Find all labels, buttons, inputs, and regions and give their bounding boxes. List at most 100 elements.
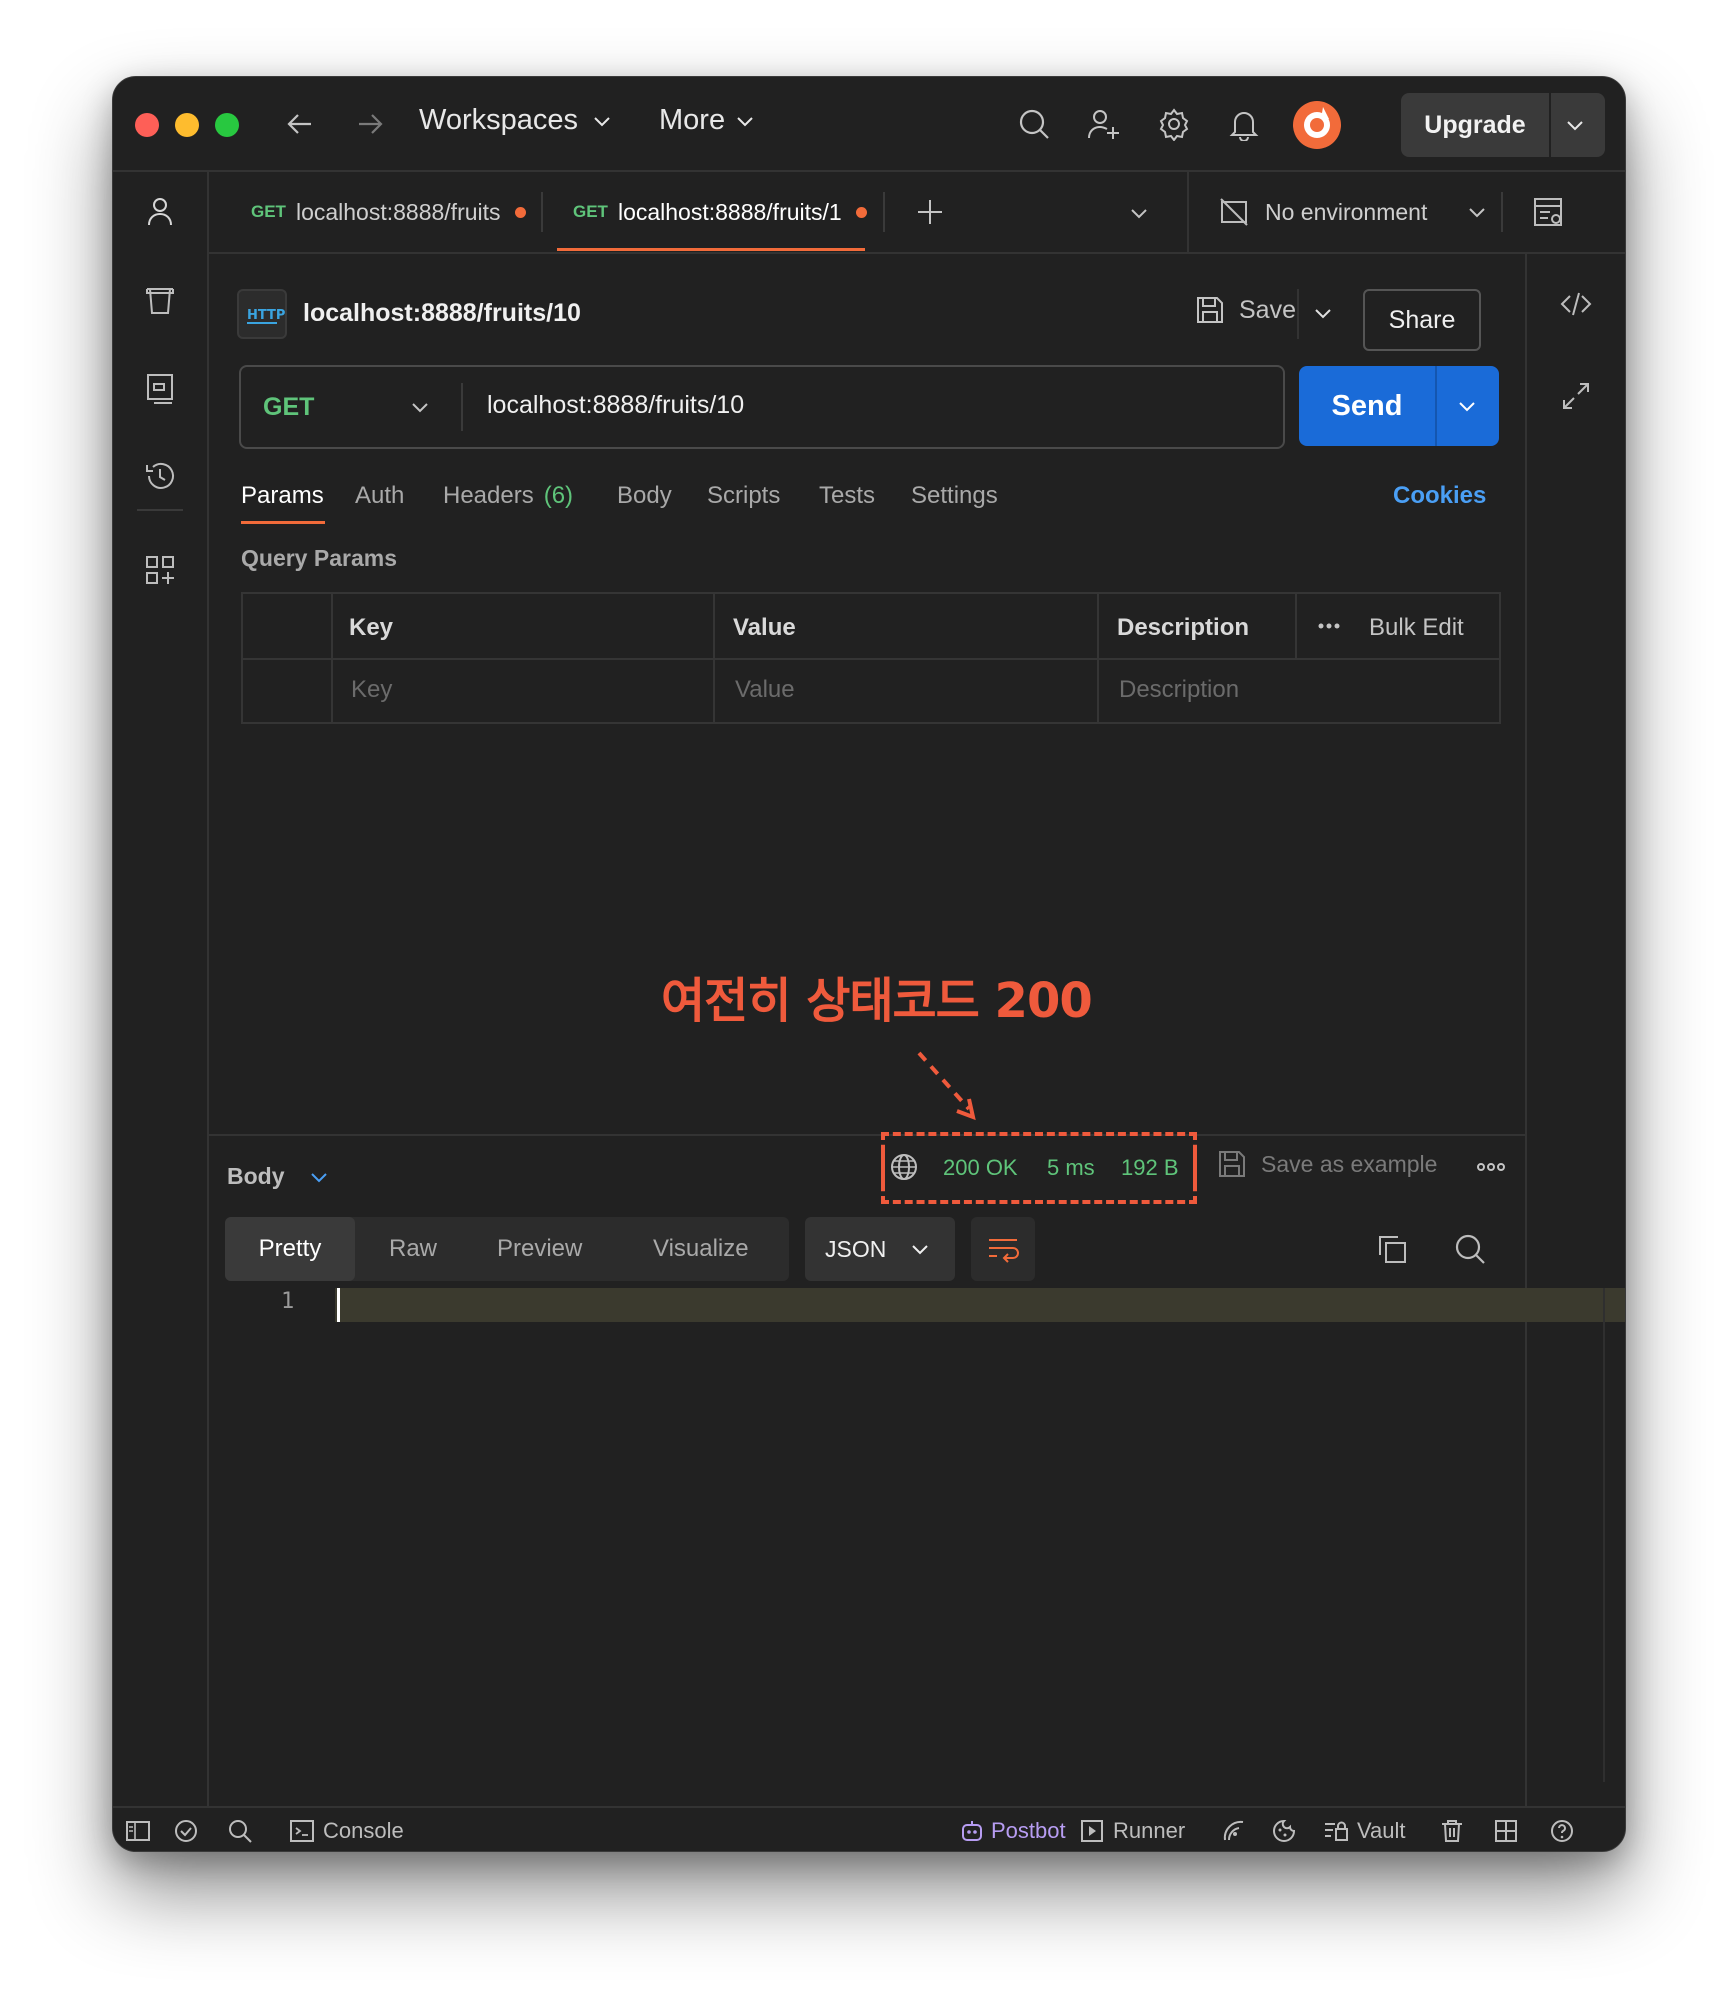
save-as-example-button[interactable]: Save as example <box>1217 1149 1437 1179</box>
cookies-link[interactable]: Cookies <box>1393 482 1486 510</box>
postbot-button[interactable]: Postbot <box>959 1818 1066 1844</box>
text-cursor <box>337 1288 340 1322</box>
find-icon[interactable] <box>227 1818 253 1844</box>
bulk-edit-button[interactable]: Bulk Edit <box>1369 614 1464 642</box>
user-avatar[interactable] <box>1293 101 1341 149</box>
console-icon <box>290 1820 314 1842</box>
workspaces-menu[interactable]: Workspaces <box>419 104 612 137</box>
online-check-icon[interactable] <box>173 1818 199 1844</box>
tab-bar-border <box>209 252 1625 254</box>
workspaces-label: Workspaces <box>419 104 579 136</box>
save-button[interactable]: Save <box>1195 295 1296 325</box>
url-input[interactable]: localhost:8888/fruits/10 <box>487 391 744 420</box>
collections-trash-icon[interactable] <box>143 283 177 317</box>
cookies-icon[interactable] <box>1271 1818 1297 1844</box>
view-tab-visualize[interactable]: Visualize <box>653 1217 749 1281</box>
environments-icon[interactable] <box>143 371 177 405</box>
expand-arrows-icon[interactable] <box>1559 379 1593 413</box>
left-sidebar <box>113 172 209 1806</box>
tab-auth[interactable]: Auth <box>355 482 404 510</box>
tab-params[interactable]: Params <box>241 482 324 510</box>
response-more-options-icon[interactable] <box>1475 1157 1507 1177</box>
layout-grid-icon[interactable] <box>1493 1818 1519 1844</box>
save-floppy-icon <box>1197 297 1223 323</box>
value-input[interactable]: Value <box>735 676 795 704</box>
send-button[interactable]: Send <box>1299 366 1499 446</box>
method-selector[interactable]: GET <box>241 367 461 447</box>
tab-method: GET <box>573 202 608 221</box>
tab-headers[interactable]: Headers (6) <box>443 482 573 510</box>
format-selector[interactable]: JSON <box>805 1217 955 1281</box>
description-input[interactable]: Description <box>1119 676 1239 704</box>
body-label: Body <box>227 1163 285 1189</box>
forward-arrow-icon[interactable] <box>355 109 385 139</box>
notifications-bell-icon[interactable] <box>1227 107 1261 141</box>
help-icon[interactable] <box>1549 1818 1575 1844</box>
send-options-chevron-icon[interactable] <box>1457 396 1477 416</box>
key-input[interactable]: Key <box>351 676 392 704</box>
editor-scrollbar[interactable] <box>1603 1288 1605 1782</box>
more-options-icon[interactable] <box>1315 616 1345 636</box>
unsaved-dot <box>514 206 526 218</box>
unsaved-dot <box>855 206 867 218</box>
close-window-button[interactable] <box>135 113 159 137</box>
more-menu[interactable]: More <box>659 104 755 137</box>
postman-window: Workspaces More Upgrade GET localhost:88… <box>112 76 1626 1852</box>
toggle-sidebar-icon[interactable] <box>125 1818 151 1844</box>
status-code[interactable]: 200 OK <box>943 1155 1018 1181</box>
tab-fruits[interactable]: GET localhost:8888/fruits <box>251 172 526 252</box>
runner-button[interactable]: Runner <box>1079 1818 1185 1844</box>
request-name[interactable]: localhost:8888/fruits/10 <box>303 299 581 328</box>
tab-fruits-1[interactable]: GET localhost:8888/fruits/1 <box>573 172 867 252</box>
tabs-overflow-chevron-icon[interactable] <box>1129 203 1149 223</box>
env-divider <box>1187 172 1189 252</box>
response-body-selector[interactable]: Body <box>227 1163 329 1190</box>
search-icon[interactable] <box>1017 107 1051 141</box>
settings-gear-icon[interactable] <box>1157 107 1191 141</box>
vault-icon <box>1325 1821 1348 1841</box>
capture-satellite-icon[interactable] <box>1221 1818 1247 1844</box>
tab-tests[interactable]: Tests <box>819 482 875 510</box>
environment-selector[interactable]: No environment <box>1219 172 1487 252</box>
annotation-arrow <box>913 1047 983 1127</box>
tab-body[interactable]: Body <box>617 482 672 510</box>
chevron-down-icon <box>1469 208 1486 218</box>
history-icon[interactable] <box>143 459 177 493</box>
status-highlight-edge <box>1193 1150 1197 1190</box>
back-arrow-icon[interactable] <box>285 109 315 139</box>
upgrade-button[interactable]: Upgrade <box>1401 93 1605 157</box>
tab-scripts[interactable]: Scripts <box>707 482 780 510</box>
view-tab-raw[interactable]: Raw <box>389 1217 437 1281</box>
view-tab-preview[interactable]: Preview <box>497 1217 582 1281</box>
tab-method: GET <box>251 202 286 221</box>
user-icon[interactable] <box>143 194 177 228</box>
editor-active-line[interactable] <box>335 1288 1625 1322</box>
status-highlight-edge <box>881 1150 885 1190</box>
new-tab-plus-icon[interactable] <box>915 197 945 227</box>
view-tab-pretty[interactable]: Pretty <box>225 1217 355 1281</box>
response-time[interactable]: 5 ms <box>1047 1155 1095 1181</box>
globe-icon <box>889 1152 919 1182</box>
search-icon[interactable] <box>1453 1232 1487 1266</box>
invite-user-icon[interactable] <box>1087 107 1121 141</box>
code-snippet-icon[interactable] <box>1559 287 1593 321</box>
col-divider <box>1295 594 1297 658</box>
maximize-window-button[interactable] <box>215 113 239 137</box>
vault-label: Vault <box>1357 1818 1406 1843</box>
response-size[interactable]: 192 B <box>1121 1155 1179 1181</box>
trash-icon[interactable] <box>1439 1818 1465 1844</box>
vault-button[interactable]: Vault <box>1323 1818 1406 1844</box>
tab-settings[interactable]: Settings <box>911 482 998 510</box>
chevron-down-icon[interactable] <box>1565 115 1585 135</box>
no-environment-icon <box>1220 198 1248 226</box>
wrap-lines-button[interactable] <box>971 1217 1035 1281</box>
right-panel-border <box>1525 252 1527 1806</box>
add-workbench-icon[interactable] <box>143 553 177 587</box>
console-button[interactable]: Console <box>289 1818 404 1844</box>
save-options-chevron-icon[interactable] <box>1313 303 1333 323</box>
share-button[interactable]: Share <box>1363 289 1481 351</box>
environment-label: No environment <box>1265 198 1428 225</box>
copy-icon[interactable] <box>1375 1232 1409 1266</box>
environment-quicklook-icon[interactable] <box>1531 195 1565 229</box>
minimize-window-button[interactable] <box>175 113 199 137</box>
